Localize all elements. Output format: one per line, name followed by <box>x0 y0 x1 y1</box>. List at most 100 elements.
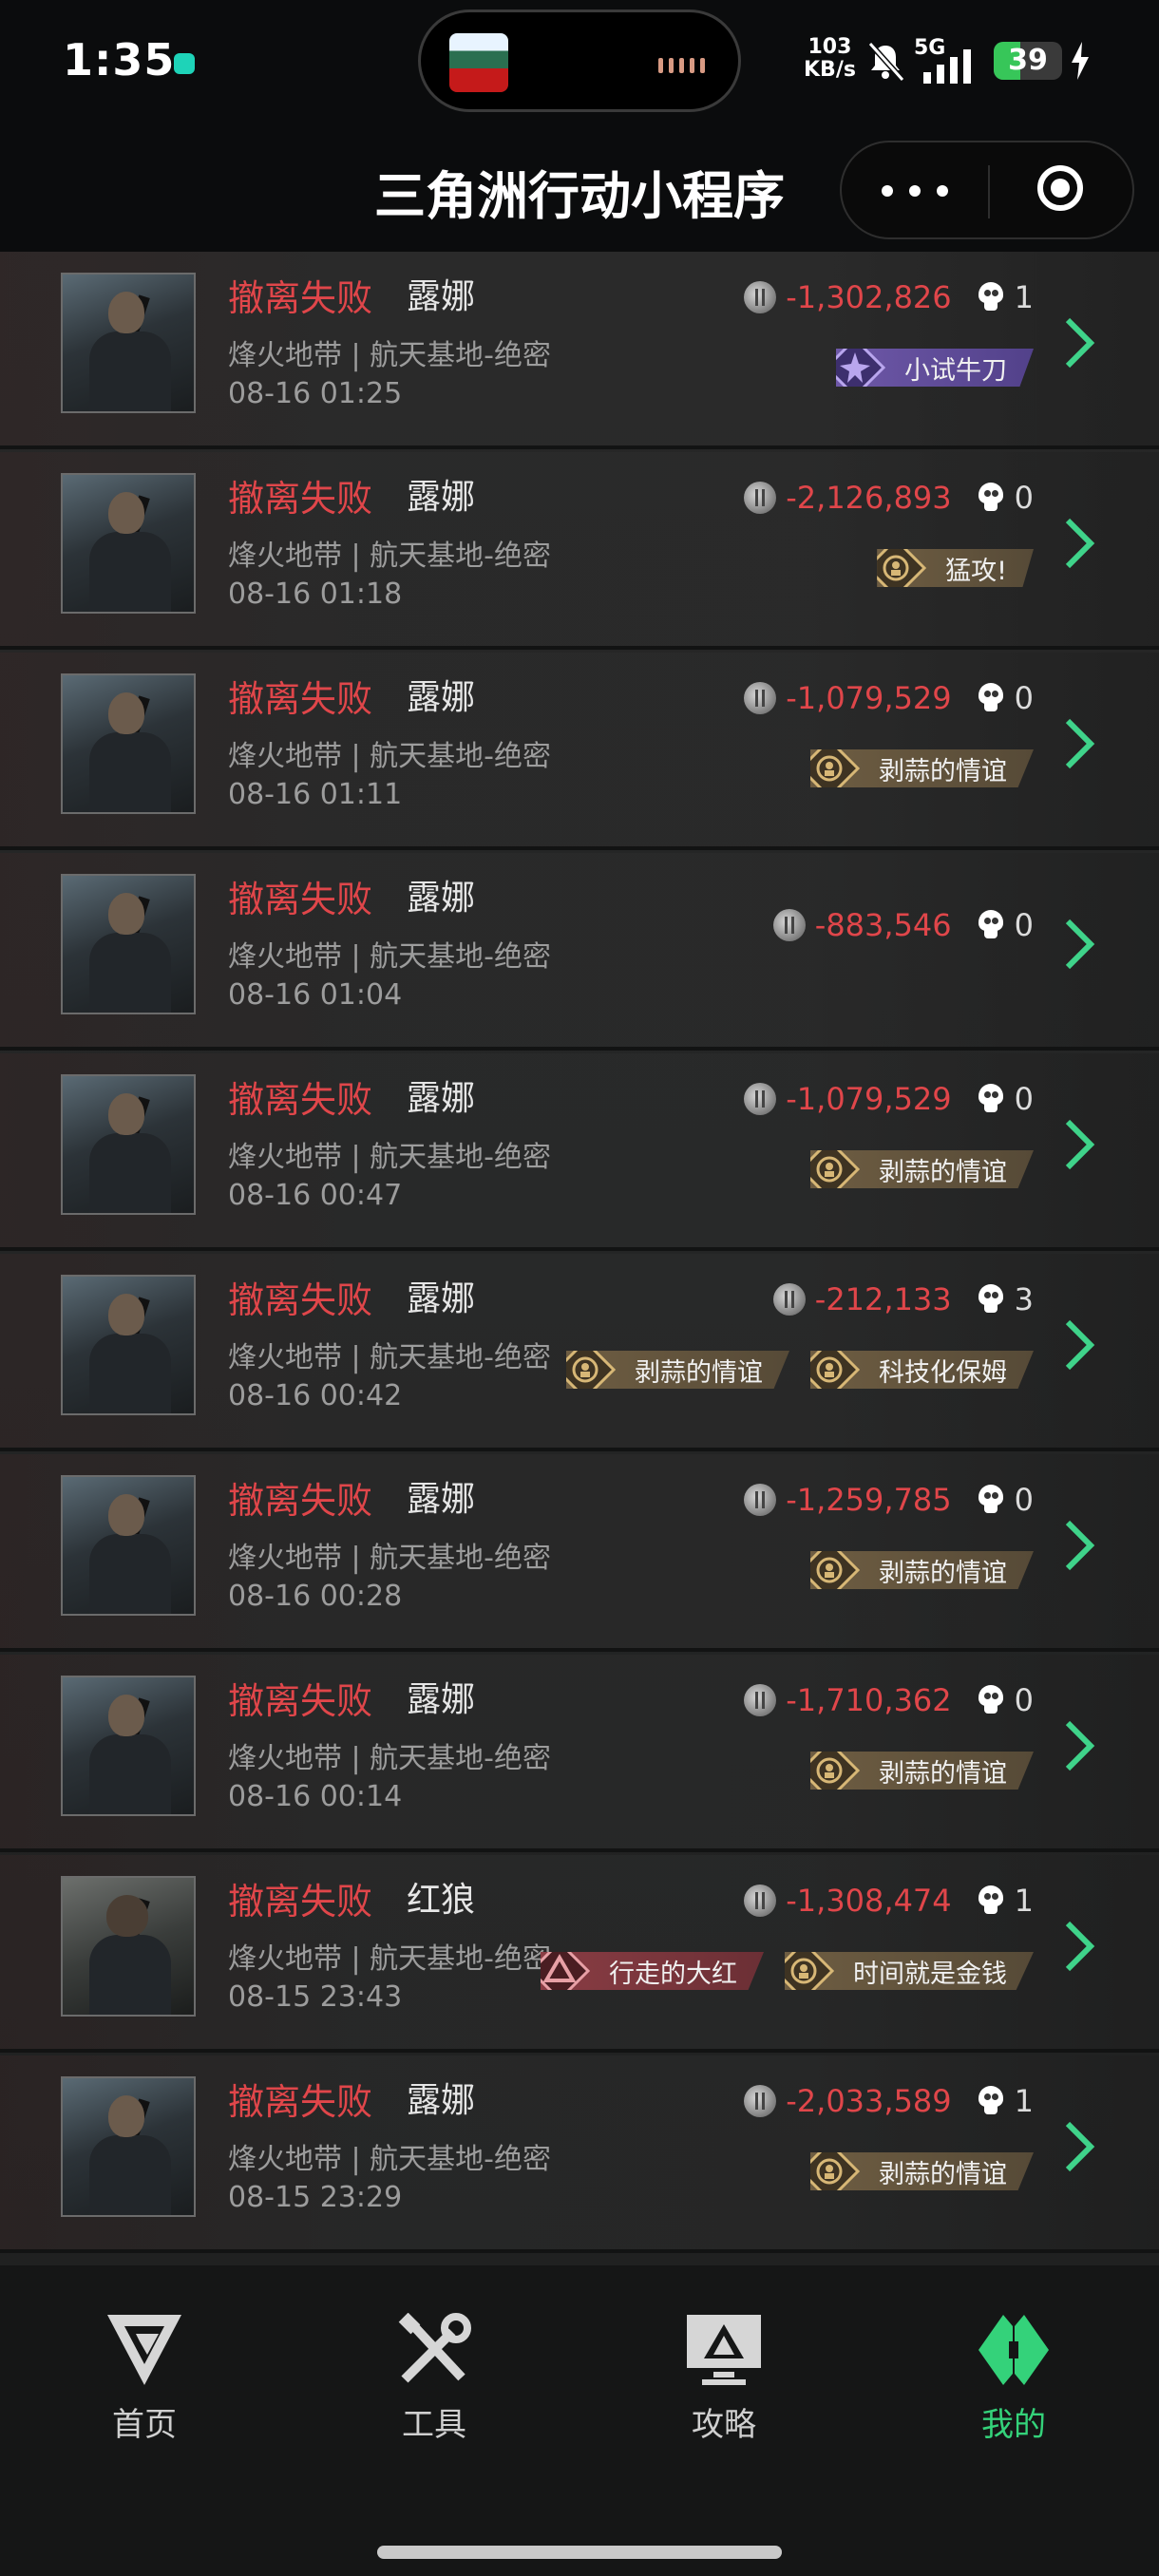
soldier-emblem-icon <box>810 749 860 787</box>
coin-icon <box>744 1484 777 1516</box>
extraction-status: 撤离失败 <box>228 2081 373 2123</box>
achievement-badge-label: 剥蒜的情谊 <box>635 1357 763 1388</box>
achievement-badge-label: 剥蒜的情谊 <box>879 1758 1007 1789</box>
home-logo-icon <box>107 2315 181 2385</box>
tab-guide-label: 攻略 <box>692 2406 756 2444</box>
coin-icon <box>744 1684 777 1716</box>
coin-icon <box>744 2085 777 2117</box>
achievement-badge-label: 科技化保姆 <box>879 1357 1007 1388</box>
match-record-row[interactable]: 撤离失败 露娜 烽火地带 | 航天基地-绝密 08-16 01:04 -883,… <box>0 853 1159 1051</box>
network-speed: 103 KB/s <box>804 36 856 82</box>
skull-icon <box>977 1885 1005 1916</box>
match-record-row[interactable]: 撤离失败 露娜 烽火地带 | 航天基地-绝密 08-16 00:42 -212,… <box>0 1254 1159 1451</box>
match-record-list[interactable]: 撤离失败 露娜 烽火地带 | 航天基地-绝密 08-16 01:25 -1,30… <box>0 252 1159 2265</box>
chevron-right-icon[interactable] <box>1060 1116 1098 1173</box>
tab-home-label: 首页 <box>112 2406 177 2444</box>
achievement-badge: 行走的大红 <box>541 1952 764 1990</box>
soldier-emblem-icon <box>566 1351 616 1389</box>
chevron-right-icon[interactable] <box>1060 715 1098 772</box>
extraction-status: 撤离失败 <box>228 1680 373 1722</box>
extraction-status: 撤离失败 <box>228 1079 373 1121</box>
operator-avatar <box>61 1676 196 1816</box>
operator-avatar <box>61 473 196 614</box>
operator-name: 露娜 <box>407 879 476 918</box>
more-dots-icon[interactable] <box>842 142 988 237</box>
value-change: -1,710,362 <box>786 1682 952 1718</box>
kill-count: 3 <box>1014 1281 1034 1317</box>
achievement-badge-label: 剥蒜的情谊 <box>879 756 1007 786</box>
extraction-status: 撤离失败 <box>228 1279 373 1321</box>
tab-profile-label: 我的 <box>981 2406 1046 2444</box>
operator-avatar <box>61 1876 196 2017</box>
operator-name: 露娜 <box>407 1680 476 1719</box>
value-change: -1,302,826 <box>786 279 952 315</box>
operator-name: 露娜 <box>407 2081 476 2120</box>
coin-icon <box>744 482 777 514</box>
match-stats: -212,133 3 <box>772 1280 1034 1318</box>
spark-icon <box>836 349 885 387</box>
chevron-right-icon[interactable] <box>1060 2118 1098 2175</box>
tab-profile[interactable]: 我的 <box>919 2313 1109 2445</box>
extraction-status: 撤离失败 <box>228 277 373 319</box>
achievement-badge-label: 时间就是金钱 <box>853 1959 1007 1989</box>
mute-bell-icon <box>867 41 905 83</box>
chevron-right-icon[interactable] <box>1060 1717 1098 1774</box>
skull-icon <box>977 1485 1005 1515</box>
operator-name: 露娜 <box>407 277 476 316</box>
chevron-right-icon[interactable] <box>1060 1517 1098 1574</box>
tab-home[interactable]: 首页 <box>49 2313 239 2445</box>
app-notification-icon <box>174 53 195 74</box>
kill-count: 0 <box>1014 480 1034 516</box>
map-mode: 烽火地带 | 航天基地-绝密 <box>228 1542 552 1575</box>
skull-icon <box>977 483 1005 513</box>
achievement-badge: 剥蒜的情谊 <box>810 1752 1034 1790</box>
map-mode: 烽火地带 | 航天基地-绝密 <box>228 339 552 372</box>
achievement-badge-label: 剥蒜的情谊 <box>879 2159 1007 2189</box>
soldier-emblem-icon <box>810 1150 860 1188</box>
map-mode: 烽火地带 | 航天基地-绝密 <box>228 540 552 573</box>
soldier-emblem-icon <box>785 1952 834 1990</box>
match-time: 08-16 01:04 <box>228 978 403 1012</box>
achievement-badge: 剥蒜的情谊 <box>810 749 1034 787</box>
tab-guide[interactable]: 攻略 <box>629 2313 819 2445</box>
achievement-badge-label: 剥蒜的情谊 <box>879 1558 1007 1588</box>
target-circle-icon[interactable] <box>990 142 1132 237</box>
match-record-row[interactable]: 撤离失败 露娜 烽火地带 | 航天基地-绝密 08-16 00:47 -1,07… <box>0 1053 1159 1251</box>
cellular-signal: 5G <box>914 36 980 84</box>
match-time: 08-16 00:42 <box>228 1379 403 1412</box>
page-title: 三角洲行动小程序 <box>374 166 785 226</box>
coin-icon <box>744 281 777 313</box>
match-record-row[interactable]: 撤离失败 露娜 烽火地带 | 航天基地-绝密 08-16 01:25 -1,30… <box>0 252 1159 449</box>
skull-icon <box>977 683 1005 713</box>
match-time: 08-16 01:11 <box>228 778 403 811</box>
chevron-right-icon[interactable] <box>1060 314 1098 371</box>
charging-bolt-icon <box>1072 42 1089 80</box>
battery-percent: 39 <box>1008 44 1048 77</box>
extraction-status: 撤离失败 <box>228 879 373 920</box>
chevron-right-icon[interactable] <box>1060 1918 1098 1975</box>
match-record-row[interactable]: 撤离失败 露娜 烽火地带 | 航天基地-绝密 08-15 23:29 -2,03… <box>0 2055 1159 2253</box>
soldier-emblem-icon <box>810 1351 860 1389</box>
tab-tools[interactable]: 工具 <box>339 2313 529 2445</box>
achievement-badge: 小试牛刀 <box>836 349 1034 387</box>
bottom-tab-bar: 首页 工具 攻略 我的 <box>0 2265 1159 2576</box>
match-record-row[interactable]: 撤离失败 红狼 烽火地带 | 航天基地-绝密 08-15 23:43 -1,30… <box>0 1855 1159 2053</box>
match-record-row[interactable]: 撤离失败 露娜 烽火地带 | 航天基地-绝密 08-16 00:28 -1,25… <box>0 1454 1159 1652</box>
achievement-badges: 剥蒜的情谊 <box>810 1551 1034 1589</box>
chevron-right-icon[interactable] <box>1060 916 1098 973</box>
match-record-row[interactable]: 撤离失败 露娜 烽火地带 | 航天基地-绝密 08-16 00:14 -1,71… <box>0 1655 1159 1852</box>
home-indicator[interactable] <box>377 2546 782 2559</box>
media-thumbnail <box>449 33 508 92</box>
skull-icon <box>977 910 1005 940</box>
clock: 1:35 <box>63 34 176 85</box>
match-record-row[interactable]: 撤离失败 露娜 烽火地带 | 航天基地-绝密 08-16 01:18 -2,12… <box>0 452 1159 650</box>
chevron-right-icon[interactable] <box>1060 515 1098 572</box>
match-record-row[interactable]: 撤离失败 露娜 烽火地带 | 航天基地-绝密 08-16 01:11 -1,07… <box>0 653 1159 850</box>
value-change: -1,079,529 <box>786 1081 952 1117</box>
map-mode: 烽火地带 | 航天基地-绝密 <box>228 1742 552 1775</box>
chevron-right-icon[interactable] <box>1060 1316 1098 1373</box>
soldier-emblem-icon <box>810 1551 860 1589</box>
dynamic-island[interactable] <box>418 9 741 112</box>
kill-count: 0 <box>1014 907 1034 943</box>
skull-icon <box>977 1685 1005 1715</box>
